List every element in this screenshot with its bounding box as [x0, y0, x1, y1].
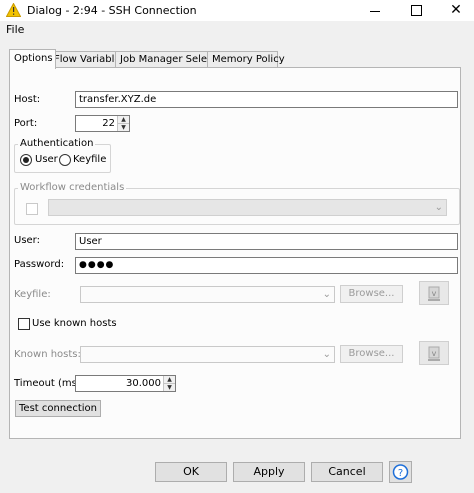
port-label: Port: — [14, 118, 38, 129]
radio-user-label[interactable]: User — [35, 154, 58, 165]
spinner-up-icon[interactable]: ▲ — [118, 116, 129, 124]
port-value: 22 — [102, 118, 115, 129]
spinner-down-icon[interactable]: ▼ — [164, 384, 175, 391]
port-spinner[interactable]: 22 ▲ ▼ — [75, 115, 130, 132]
help-button[interactable]: ? — [389, 461, 412, 483]
keyfile-browse-button[interactable]: Browse... — [340, 285, 403, 303]
options-panel: Host: transfer.XYZ.de Port: 22 ▲ ▼ Authe… — [9, 67, 461, 439]
test-connection-button[interactable]: Test connection — [15, 400, 101, 417]
chevron-down-icon: ⌄ — [322, 349, 331, 360]
keyfile-input[interactable]: ⌄ — [80, 286, 335, 303]
host-label: Host: — [14, 94, 41, 105]
use-known-hosts-checkbox[interactable] — [18, 318, 30, 330]
password-input[interactable]: ●●●● — [75, 257, 458, 274]
timeout-label: Timeout (ms): — [14, 378, 85, 389]
radio-keyfile-label[interactable]: Keyfile — [73, 154, 106, 165]
tab-job-manager-selection[interactable]: Job Manager Selection — [115, 51, 232, 68]
known-hosts-label: Known hosts: — [14, 349, 81, 360]
radio-user[interactable] — [20, 154, 32, 166]
spinner-down-icon[interactable]: ▼ — [118, 124, 129, 131]
chevron-down-icon: ⌄ — [434, 202, 443, 213]
svg-text:v: v — [432, 289, 437, 298]
password-label: Password: — [14, 259, 65, 270]
close-icon: ✕ — [450, 2, 462, 18]
keyfile-flow-variable-button[interactable]: v — [419, 281, 449, 305]
known-hosts-input[interactable]: ⌄ — [80, 346, 335, 363]
authentication-group-title: Authentication — [18, 138, 96, 149]
host-input[interactable]: transfer.XYZ.de — [75, 91, 458, 108]
title-bar: Dialog - 2:94 - SSH Connection ✕ — [0, 0, 474, 22]
flow-variable-icon: v — [428, 346, 440, 361]
maximize-button[interactable] — [396, 0, 436, 21]
svg-text:?: ? — [398, 468, 403, 479]
tab-flow-variables[interactable]: Flow Variables — [49, 51, 126, 68]
minimize-button[interactable] — [355, 0, 395, 21]
cancel-button[interactable]: Cancel — [311, 462, 383, 482]
timeout-value: 30.000 — [126, 378, 161, 389]
user-label: User: — [14, 235, 40, 246]
menu-bar: File — [0, 22, 474, 38]
help-icon: ? — [392, 464, 409, 480]
close-button[interactable]: ✕ — [436, 0, 474, 21]
spinner-up-icon[interactable]: ▲ — [164, 376, 175, 384]
port-spinner-buttons[interactable]: ▲ ▼ — [117, 116, 129, 131]
warning-triangle-icon — [6, 3, 21, 17]
minimize-icon — [370, 11, 380, 12]
flow-variable-icon: v — [428, 286, 440, 301]
maximize-icon — [411, 5, 422, 16]
radio-selected-dot — [23, 157, 29, 163]
radio-keyfile[interactable] — [59, 154, 71, 166]
menu-file[interactable]: File — [6, 23, 24, 36]
tab-memory-policy[interactable]: Memory Policy — [207, 51, 285, 68]
user-input[interactable]: User — [75, 233, 458, 250]
workflow-credentials-title: Workflow credentials — [18, 182, 127, 193]
workflow-credentials-select[interactable]: ⌄ — [48, 199, 447, 216]
chevron-down-icon: ⌄ — [322, 289, 331, 300]
tab-options[interactable]: Options — [9, 49, 56, 69]
workflow-credentials-checkbox[interactable] — [26, 203, 38, 215]
known-hosts-flow-variable-button[interactable]: v — [419, 341, 449, 365]
window-title: Dialog - 2:94 - SSH Connection — [27, 4, 197, 17]
ok-button[interactable]: OK — [155, 462, 227, 482]
keyfile-label: Keyfile: — [14, 289, 51, 300]
timeout-spinner[interactable]: 30.000 ▲ ▼ — [75, 375, 176, 392]
svg-text:v: v — [432, 349, 437, 358]
apply-button[interactable]: Apply — [233, 462, 305, 482]
timeout-spinner-buttons[interactable]: ▲ ▼ — [163, 376, 175, 391]
known-hosts-browse-button[interactable]: Browse... — [340, 345, 403, 363]
use-known-hosts-label[interactable]: Use known hosts — [32, 318, 117, 329]
